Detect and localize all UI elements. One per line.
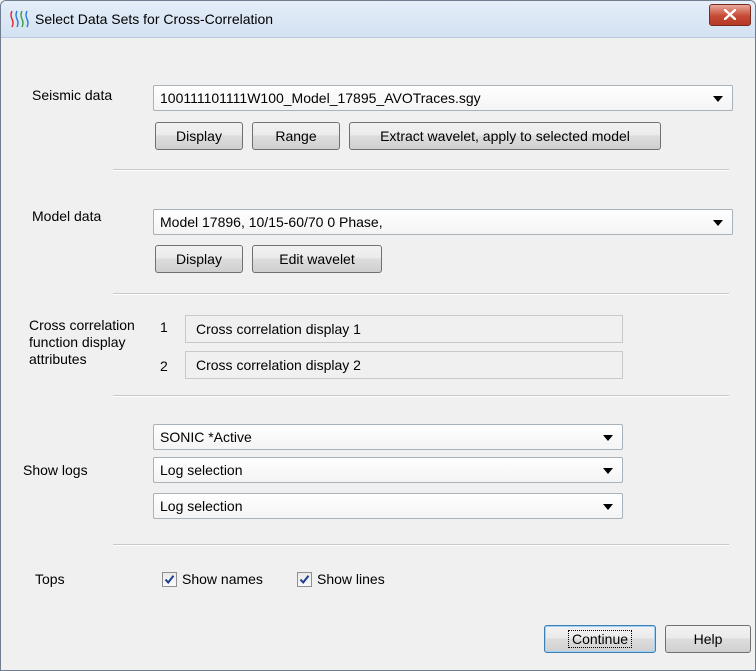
model-display-button[interactable]: Display [155,245,243,273]
cross-correlation-field-2[interactable]: Cross correlation display 2 [185,351,623,379]
cross-correlation-dialog: Select Data Sets for Cross-Correlation S… [0,0,756,671]
checkmark-icon [299,575,310,585]
range-button[interactable]: Range [252,122,340,150]
continue-button[interactable]: Continue [544,625,656,653]
model-data-select[interactable]: Model 17896, 10/15-60/70 0 Phase, [153,209,733,235]
show-names-label[interactable]: Show names [182,571,263,587]
show-names-checkbox[interactable] [162,572,177,587]
cross-label-line-1: Cross correlation [29,317,135,333]
show-logs-label: Show logs [23,462,88,478]
log-select-value: Log selection [160,462,243,478]
seismic-data-label: Seismic data [32,87,113,103]
model-data-label: Model data [32,208,102,224]
cross-label-line-3: attributes [29,351,87,367]
chevron-down-icon [713,96,723,102]
extract-wavelet-button[interactable]: Extract wavelet, apply to selected model [349,122,661,150]
continue-label: Continue [567,630,633,648]
title-bar: Select Data Sets for Cross-Correlation [1,1,755,38]
window-title: Select Data Sets for Cross-Correlation [35,11,274,27]
chevron-down-icon [603,504,613,510]
chevron-down-icon [603,468,613,474]
checkmark-icon [164,575,175,585]
cross-correlation-value-2: Cross correlation display 2 [196,357,361,373]
seismic-display-button[interactable]: Display [155,122,243,150]
show-lines-label[interactable]: Show lines [317,571,385,587]
log-select-value: Log selection [160,498,243,514]
seismic-data-select[interactable]: 100111101111W100_Model_17895_AVOTraces.s… [153,85,733,111]
cross-correlation-value-1: Cross correlation display 1 [196,321,361,337]
separator [113,293,729,295]
log-select-value: SONIC *Active [160,429,252,445]
cross-correlation-label: Cross correlation function display attri… [29,317,135,368]
log-select-2[interactable]: Log selection [153,457,623,483]
close-icon [724,9,736,20]
edit-wavelet-button[interactable]: Edit wavelet [252,245,382,273]
cross-correlation-field-1[interactable]: Cross correlation display 1 [185,315,623,343]
seismic-data-value: 100111101111W100_Model_17895_AVOTraces.s… [160,90,481,106]
separator [113,169,729,171]
close-button[interactable] [709,4,751,26]
chevron-down-icon [713,220,723,226]
cross-row-index: 1 [160,319,168,335]
app-icon [9,10,29,28]
separator [113,395,729,397]
model-data-value: Model 17896, 10/15-60/70 0 Phase, [160,214,383,230]
help-button[interactable]: Help [665,625,751,653]
tops-label: Tops [35,571,65,587]
log-select-1[interactable]: SONIC *Active [153,424,623,450]
cross-label-line-2: function display [29,334,126,350]
show-lines-checkbox[interactable] [297,572,312,587]
cross-row-index: 2 [160,358,168,374]
log-select-3[interactable]: Log selection [153,493,623,519]
chevron-down-icon [603,435,613,441]
separator [113,544,729,546]
